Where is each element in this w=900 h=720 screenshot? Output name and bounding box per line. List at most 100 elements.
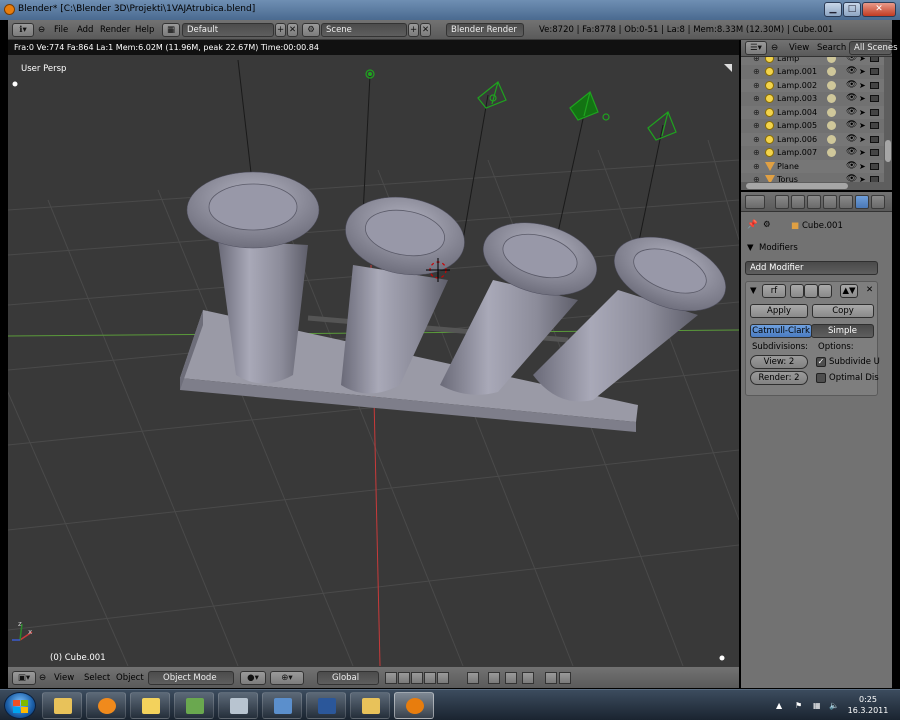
menu-render[interactable]: Render bbox=[100, 23, 130, 37]
selectable-arrow-icon[interactable]: ➤ bbox=[859, 119, 866, 132]
modifiers-tab-icon[interactable] bbox=[855, 195, 869, 209]
menu-help[interactable]: Help bbox=[135, 23, 154, 37]
render-camera-icon[interactable] bbox=[870, 108, 879, 116]
layer-button[interactable] bbox=[385, 672, 397, 684]
outliner-item[interactable]: ⊕ Lamp.003 👁 ➤ bbox=[741, 92, 884, 105]
layer-button[interactable] bbox=[424, 672, 436, 684]
render-toggle-icon[interactable] bbox=[790, 284, 804, 298]
visibility-eye-icon[interactable]: 👁 bbox=[846, 119, 857, 132]
start-button[interactable] bbox=[4, 692, 36, 719]
selectable-arrow-icon[interactable]: ➤ bbox=[859, 65, 866, 78]
visibility-eye-icon[interactable]: 👁 bbox=[846, 57, 857, 65]
optimal-display-checkbox[interactable] bbox=[816, 373, 826, 383]
minimize-button[interactable]: ▁ bbox=[824, 2, 842, 17]
mode-select[interactable]: Object Mode bbox=[148, 671, 234, 685]
collapse-menus-icon[interactable]: ⊖ bbox=[38, 23, 45, 37]
outliner-tree[interactable]: ⊕ Lamp 👁 ➤ ⊕ Lamp.001 👁 ➤ ⊕ Lamp.002 👁 ➤ ⊕ … bbox=[741, 57, 892, 182]
tray-volume-icon[interactable]: 🔈 bbox=[829, 701, 839, 710]
editor-type-button[interactable] bbox=[745, 195, 765, 209]
render-preview-icon[interactable] bbox=[545, 672, 557, 684]
pivot-point-select[interactable]: ⊕▾ bbox=[270, 671, 304, 685]
taskbar-picture-viewer-button[interactable] bbox=[262, 692, 302, 719]
snap-icon[interactable] bbox=[505, 672, 517, 684]
scene-field[interactable]: Scene bbox=[321, 23, 407, 37]
visibility-eye-icon[interactable]: 👁 bbox=[846, 65, 857, 78]
collapse-menus-icon[interactable]: ⊖ bbox=[39, 671, 46, 685]
panel-collapse-icon[interactable]: ▼ bbox=[747, 243, 754, 253]
render-camera-icon[interactable] bbox=[870, 68, 879, 75]
outliner-item[interactable]: ⊕ Plane 👁 ➤ bbox=[741, 159, 884, 173]
render-camera-icon[interactable] bbox=[870, 162, 879, 170]
render-engine-select[interactable]: Blender Render bbox=[446, 23, 524, 37]
tray-expand-icon[interactable]: ▲ bbox=[776, 701, 782, 710]
remove-scene-button[interactable]: ✕ bbox=[420, 23, 431, 37]
proportional-edit-icon[interactable] bbox=[488, 672, 500, 684]
realtime-toggle-icon[interactable] bbox=[804, 284, 818, 298]
outliner-menu-search[interactable]: Search bbox=[817, 41, 846, 55]
layer-button[interactable] bbox=[437, 672, 449, 684]
taskbar-network-button[interactable] bbox=[174, 692, 214, 719]
add-screen-button[interactable]: + bbox=[275, 23, 286, 37]
scrollbar-thumb[interactable] bbox=[746, 183, 848, 189]
visibility-eye-icon[interactable]: 👁 bbox=[846, 146, 857, 159]
taskbar-word-button[interactable] bbox=[306, 692, 346, 719]
modifiers-panel-title[interactable]: Modifiers bbox=[759, 243, 798, 253]
visibility-eye-icon[interactable]: 👁 bbox=[846, 79, 857, 92]
visibility-eye-icon[interactable]: 👁 bbox=[846, 173, 857, 182]
taskbar-blender-button[interactable] bbox=[394, 692, 434, 719]
outliner-item[interactable]: ⊕ Lamp.006 👁 ➤ bbox=[741, 132, 884, 146]
editmode-toggle-icon[interactable] bbox=[818, 284, 832, 298]
subdivide-uvs-checkbox[interactable]: ✓ bbox=[816, 357, 826, 367]
remove-modifier-icon[interactable]: ✕ bbox=[866, 285, 873, 295]
window-title-bar[interactable]: Blender* [C:\Blender 3D\Projekti\1VAJAtr… bbox=[0, 0, 900, 20]
outliner-horizontal-scrollbar[interactable] bbox=[741, 182, 892, 190]
selectable-arrow-icon[interactable]: ➤ bbox=[859, 106, 866, 119]
selectable-arrow-icon[interactable]: ➤ bbox=[859, 146, 866, 159]
scene-tab-icon[interactable] bbox=[791, 195, 805, 209]
simple-button[interactable]: Simple bbox=[811, 324, 874, 338]
system-clock[interactable]: 0:25 16.3.2011 bbox=[842, 694, 894, 716]
constraints-tab-icon[interactable] bbox=[839, 195, 853, 209]
selectable-arrow-icon[interactable]: ➤ bbox=[859, 133, 866, 146]
world-tab-icon[interactable] bbox=[807, 195, 821, 209]
viewport-shading-select[interactable]: ●▾ bbox=[240, 671, 266, 685]
outliner-menu-view[interactable]: View bbox=[789, 41, 809, 55]
viewport-corner-handle[interactable] bbox=[12, 81, 18, 87]
render-camera-icon[interactable] bbox=[870, 95, 879, 102]
catmull-clark-button[interactable]: Catmull-Clark bbox=[750, 324, 812, 338]
taskbar-media-player-button[interactable] bbox=[86, 692, 126, 719]
tray-flag-icon[interactable]: ⚑ bbox=[795, 701, 802, 710]
remove-screen-button[interactable]: ✕ bbox=[287, 23, 298, 37]
render-camera-icon[interactable] bbox=[870, 122, 879, 129]
layer-button[interactable] bbox=[411, 672, 423, 684]
render-tab-icon[interactable] bbox=[775, 195, 789, 209]
add-modifier-select[interactable]: Add Modifier bbox=[745, 261, 878, 275]
transform-orientation-select[interactable]: Global bbox=[317, 671, 379, 685]
screen-layout-field[interactable]: Default bbox=[182, 23, 274, 37]
snap-target-icon[interactable] bbox=[522, 672, 534, 684]
expand-icon[interactable]: ⊕ bbox=[753, 65, 760, 78]
outliner-item[interactable]: ⊕ Lamp.007 👁 ➤ bbox=[741, 146, 884, 159]
outliner-item[interactable]: ⊕ Lamp.005 👁 ➤ bbox=[741, 119, 884, 132]
move-up-down-icon[interactable]: ▲▼ bbox=[840, 284, 858, 298]
layer-button[interactable] bbox=[398, 672, 410, 684]
render-animation-icon[interactable] bbox=[559, 672, 571, 684]
screen-layout-icon[interactable]: ▦ bbox=[162, 23, 180, 37]
taskbar-folder-button[interactable] bbox=[350, 692, 390, 719]
expand-icon[interactable]: ⊕ bbox=[753, 106, 760, 119]
3d-scene[interactable] bbox=[8, 40, 739, 666]
outliner-vertical-scrollbar[interactable] bbox=[884, 57, 892, 182]
selectable-arrow-icon[interactable]: ➤ bbox=[859, 57, 866, 65]
scrollbar-thumb[interactable] bbox=[885, 140, 891, 162]
menu-object[interactable]: Object bbox=[116, 671, 144, 685]
outliner-display-mode[interactable]: All Scenes bbox=[849, 41, 898, 55]
copy-button[interactable]: Copy bbox=[812, 304, 874, 318]
editor-type-button[interactable]: ▣▾ bbox=[12, 671, 36, 685]
expand-icon[interactable]: ⊕ bbox=[753, 57, 760, 65]
menu-add[interactable]: Add bbox=[77, 23, 93, 37]
view-levels-field[interactable]: View: 2 bbox=[750, 355, 808, 369]
lamp-icons[interactable] bbox=[365, 69, 677, 141]
selectable-arrow-icon[interactable]: ➤ bbox=[859, 92, 866, 105]
expand-icon[interactable]: ⊕ bbox=[753, 146, 760, 159]
expand-icon[interactable]: ⊕ bbox=[753, 79, 760, 92]
